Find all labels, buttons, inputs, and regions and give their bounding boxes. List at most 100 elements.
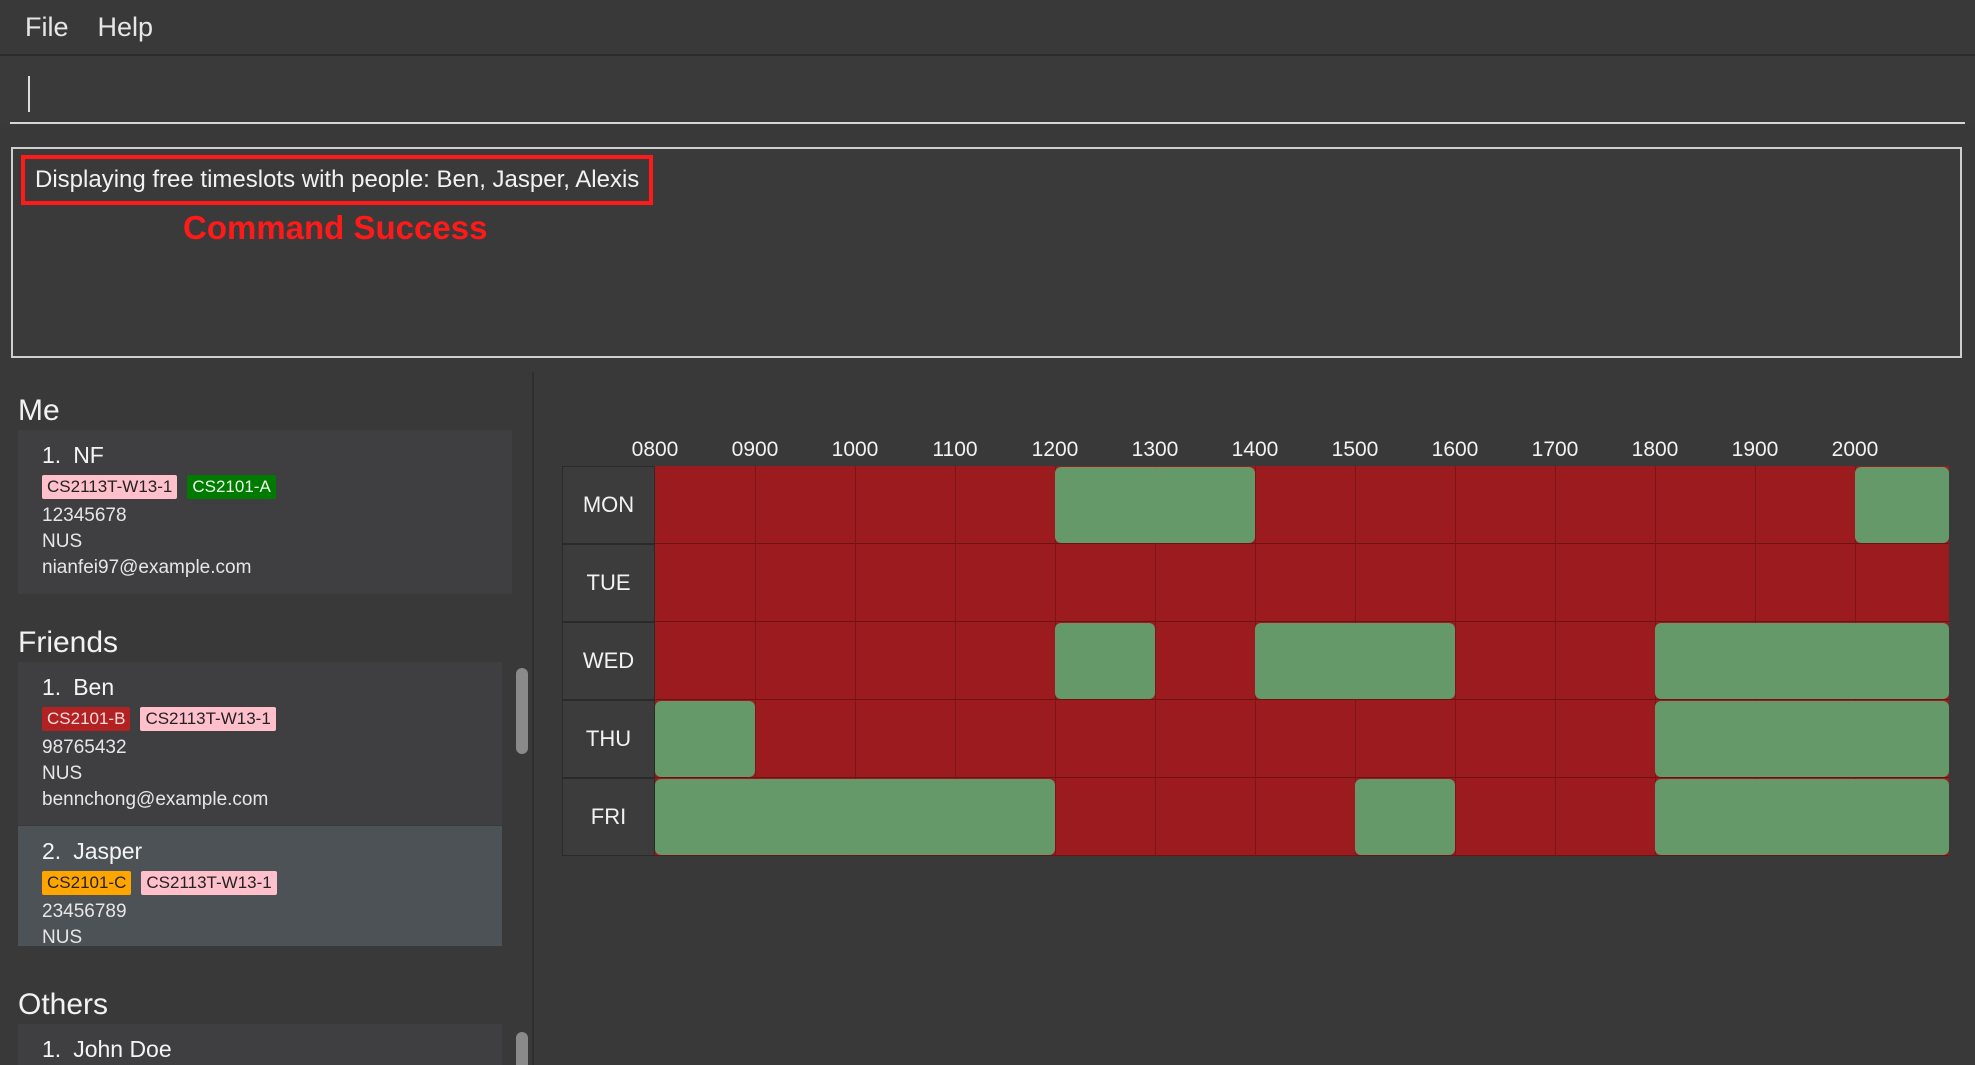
person-phone: 12345678 <box>42 505 127 526</box>
grid-line <box>1355 466 1356 544</box>
free-slot-wed-1400 <box>1255 623 1455 699</box>
command-input[interactable] <box>10 70 1965 124</box>
grid-line <box>755 544 756 622</box>
grid-line <box>855 466 856 544</box>
menu-help[interactable]: Help <box>98 12 154 43</box>
timetable-panel: 0800 0900 1000 1100 1200 1300 1400 1500 1600 1700… <box>534 372 1975 1065</box>
grid-line <box>955 622 956 700</box>
grid-line <box>1755 466 1756 544</box>
free-slot-fri-1800 <box>1655 779 1949 855</box>
grid-line <box>1255 700 1256 778</box>
hour-label-1500: 1500 <box>1331 438 1379 461</box>
grid-line <box>1155 544 1156 622</box>
grid-line <box>1455 778 1456 856</box>
hour-label-0900: 0900 <box>731 438 779 461</box>
grid-line <box>855 700 856 778</box>
hour-label-1000: 1000 <box>831 438 879 461</box>
grid-line <box>1255 778 1256 856</box>
free-slot-mon-2000 <box>1855 467 1949 543</box>
hour-label-2000: 2000 <box>1831 438 1879 461</box>
person-card-me[interactable]: 1. NF CS2113T-W13-1 CS2101-A 12345678 NUS… <box>18 430 512 594</box>
grid-line <box>1555 622 1556 700</box>
contact-list-panel: Me 1. NF CS2113T-W13-1 CS2101-A 12345678 … <box>0 372 534 1065</box>
free-slot-fri-0800 <box>655 779 1055 855</box>
tag: CS2113T-W13-1 <box>140 707 276 731</box>
person-address: NUS <box>42 531 83 552</box>
person-email: bennchong@example.com <box>42 789 269 810</box>
grid-line <box>1555 778 1556 856</box>
grid-line <box>755 622 756 700</box>
tag: CS2113T-W13-1 <box>42 475 178 499</box>
grid-line <box>755 700 756 778</box>
free-slot-thu-1800 <box>1655 701 1949 777</box>
day-label-tue: TUE <box>562 544 655 622</box>
grid-line <box>755 466 756 544</box>
person-card-john-doe[interactable]: 1. John Doe <box>18 1024 502 1065</box>
person-name: 1. NF <box>42 442 104 468</box>
person-email: nianfei97@example.com <box>42 557 252 578</box>
grid-line <box>1655 544 1656 622</box>
person-address: NUS <box>42 763 83 784</box>
person-name: 1. John Doe <box>42 1036 172 1062</box>
timetable-grid: MON TUE WED THU FRI <box>562 466 1949 856</box>
hour-label-1200: 1200 <box>1031 438 1079 461</box>
day-label-wed: WED <box>562 622 655 700</box>
grid-line <box>1355 700 1356 778</box>
grid-line <box>955 544 956 622</box>
others-scrollbar[interactable] <box>516 1032 528 1065</box>
hour-label-1600: 1600 <box>1431 438 1479 461</box>
grid-line <box>1355 544 1356 622</box>
tag-list: CS2113T-W13-1 CS2101-A <box>42 475 488 499</box>
grid-line <box>1155 700 1156 778</box>
hour-label-1800: 1800 <box>1631 438 1679 461</box>
person-phone: 98765432 <box>42 737 127 758</box>
hour-label-1300: 1300 <box>1131 438 1179 461</box>
free-slot-fri-1500 <box>1355 779 1455 855</box>
person-name: 1. Ben <box>42 674 115 700</box>
menu-file[interactable]: File <box>25 12 69 43</box>
person-address: NUS <box>42 927 83 946</box>
grid-line <box>1255 544 1256 622</box>
grid-line <box>1655 466 1656 544</box>
day-label-thu: THU <box>562 700 655 778</box>
person-name: 2. Jasper <box>42 838 143 864</box>
grid-line <box>1855 544 1856 622</box>
person-card-ben[interactable]: 1. Ben CS2101-B CS2113T-W13-1 98765432 NU… <box>18 662 502 825</box>
friends-scrollbar[interactable] <box>516 668 528 754</box>
tag: CS2101-B <box>42 707 131 731</box>
grid-line <box>855 544 856 622</box>
success-annotation: Command Success <box>183 209 488 246</box>
grid-line <box>1455 700 1456 778</box>
person-card-jasper[interactable]: 2. Jasper CS2101-C CS2113T-W13-1 23456789… <box>18 826 502 946</box>
grid-line <box>1455 622 1456 700</box>
tag: CS2101-C <box>42 871 132 895</box>
section-title-friends: Friends <box>18 626 119 659</box>
tag-list: CS2101-C CS2113T-W13-1 <box>42 871 478 895</box>
result-message: Displaying free timeslots with people: B… <box>21 155 654 205</box>
hour-label-1900: 1900 <box>1731 438 1779 461</box>
hour-label-1700: 1700 <box>1531 438 1579 461</box>
hour-label-1400: 1400 <box>1231 438 1279 461</box>
free-slot-mon-1200 <box>1055 467 1255 543</box>
free-slot-wed-1800 <box>1655 623 1949 699</box>
grid-line <box>1055 778 1056 856</box>
grid-line <box>1455 544 1456 622</box>
section-title-me: Me <box>18 394 60 427</box>
grid-line <box>1555 544 1556 622</box>
menu-bar: File Help <box>0 0 1975 56</box>
command-box <box>0 56 1975 126</box>
grid-line <box>1055 544 1056 622</box>
grid-line <box>955 466 956 544</box>
day-label-fri: FRI <box>562 778 655 856</box>
grid-line <box>1055 700 1056 778</box>
person-phone: 23456789 <box>42 901 127 922</box>
grid-line <box>1555 700 1556 778</box>
grid-line <box>1555 466 1556 544</box>
hour-label-0800: 0800 <box>631 438 679 461</box>
grid-line <box>1255 466 1256 544</box>
grid-line <box>855 622 856 700</box>
tag-list: CS2101-B CS2113T-W13-1 <box>42 707 478 731</box>
grid-line <box>1155 622 1156 700</box>
tag: CS2113T-W13-1 <box>141 871 277 895</box>
grid-line <box>1455 466 1456 544</box>
